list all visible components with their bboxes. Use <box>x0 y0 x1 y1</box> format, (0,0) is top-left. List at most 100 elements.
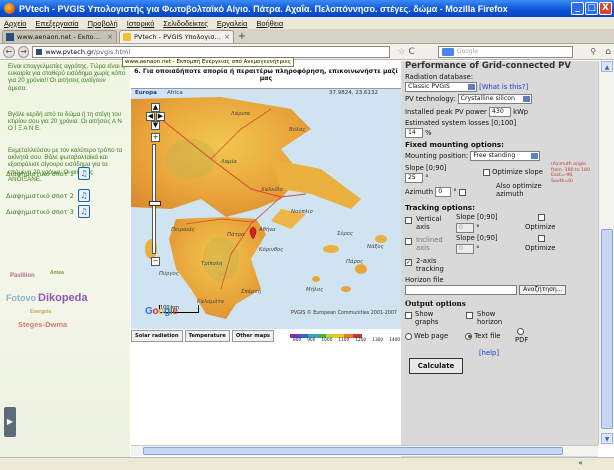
music-note-icon[interactable]: ♫ <box>77 205 90 218</box>
status-bar: « <box>0 457 614 470</box>
inclined-axis-checkbox[interactable] <box>405 237 412 245</box>
home-icon[interactable]: ⌂ <box>605 47 611 57</box>
zoom-in-icon[interactable]: + <box>151 133 160 142</box>
losses-input[interactable]: 14 <box>405 128 423 138</box>
music-note-icon[interactable]: ♫ <box>77 189 90 202</box>
calculate-button[interactable]: Calculate <box>409 358 463 374</box>
vertical-slope-input[interactable]: 0 <box>456 223 474 233</box>
other-maps-button[interactable]: Other maps <box>231 330 275 342</box>
fixed-mounting-heading: Fixed mounting options: <box>405 140 505 149</box>
download-label[interactable]: Διαφημιστικό σποτ 3 <box>6 208 74 216</box>
menu-edit[interactable]: Επεξεργασία <box>35 19 78 28</box>
pan-down-icon[interactable]: ▼ <box>151 121 160 130</box>
window-title: PVtech - PVGIS Υπολογιστής για Φωτοβολτα… <box>19 3 508 14</box>
mounting-position-label: Mounting position: <box>405 152 469 160</box>
help-link[interactable]: [help] <box>479 349 499 357</box>
azimuth-label: Azimuth <box>405 188 434 196</box>
bookmark-star-icon[interactable]: ☆ <box>397 47 405 57</box>
cloud-tag[interactable]: Antea <box>50 270 64 276</box>
download-label[interactable]: Διαφημιστικό σποτ 2 <box>6 192 74 200</box>
web-page-radio[interactable] <box>405 332 412 340</box>
text-file-radio[interactable] <box>465 332 472 340</box>
download-row-2[interactable]: Διαφημιστικό σποτ 2 ♫ <box>6 189 90 202</box>
form-title: Performance of Grid-connected PV <box>405 61 571 71</box>
search-input[interactable]: Google <box>437 45 574 58</box>
expand-side-arrow-icon[interactable]: ▶ <box>4 407 16 437</box>
tab-aenaon[interactable]: www.aenaon.net - Εκπομπή Ενέργειας α... … <box>2 30 117 43</box>
cloud-tag[interactable]: Fotovo <box>6 293 36 303</box>
zoom-out-icon[interactable]: − <box>151 257 160 266</box>
download-row-1[interactable]: Διαφημιστικό σποτ 1 ♫ <box>6 167 90 180</box>
menu-tools[interactable]: Εργαλεία <box>217 19 247 28</box>
menu-bookmarks[interactable]: Σελιδοδείκτες <box>163 19 208 28</box>
minimize-button[interactable]: _ <box>571 2 584 15</box>
horizontal-scroll-thumb[interactable] <box>143 447 563 455</box>
inclined-slope-input[interactable]: 0 <box>456 244 474 254</box>
scroll-up-icon[interactable]: ▲ <box>601 61 613 72</box>
vertical-axis-checkbox[interactable] <box>405 216 412 224</box>
zoom-slider[interactable] <box>149 144 161 254</box>
show-graphs-checkbox[interactable] <box>405 311 412 319</box>
cloud-tag[interactable]: Energeia <box>30 309 51 315</box>
azimuth-input[interactable]: 0 <box>435 187 452 197</box>
download-label[interactable]: Διαφημιστικό σποτ 1 <box>6 170 74 178</box>
menu-file[interactable]: Αρχείο <box>4 19 26 28</box>
radiation-db-select[interactable]: Classic PVGIS <box>405 82 477 92</box>
show-horizon-checkbox[interactable] <box>466 311 473 319</box>
addon-bar-icon[interactable]: « <box>575 459 586 469</box>
url-bar[interactable]: www.pvtech.gr/pvgis.html <box>32 45 391 58</box>
horizontal-scrollbar[interactable] <box>131 445 598 456</box>
peak-power-unit: kWp <box>513 108 529 116</box>
tab-close-icon[interactable]: × <box>224 33 230 41</box>
horizon-file-input[interactable] <box>405 285 517 295</box>
map-top-label: Africa <box>167 90 183 96</box>
radiation-db-label: Radiation database: <box>405 73 474 81</box>
new-tab-button[interactable]: + <box>236 31 248 43</box>
music-note-icon[interactable]: ♫ <box>77 167 90 180</box>
optimize-slope-checkbox[interactable] <box>483 168 490 176</box>
legend-tick: 1200 <box>355 338 367 343</box>
download-row-3[interactable]: Διαφημιστικό σποτ 3 ♫ <box>6 205 90 218</box>
temperature-button[interactable]: Temperature <box>184 330 230 342</box>
menu-history[interactable]: Ιστορικό <box>127 19 155 28</box>
cloud-tag[interactable]: Dikopeda <box>38 292 88 304</box>
tracking-heading: Tracking options: <box>405 203 475 212</box>
window-title-bar: PVtech - PVGIS Υπολογιστής για Φωτοβολτα… <box>0 0 614 17</box>
tab-pvtech[interactable]: PVtech - PVGIS Υπολογιστής για Φωτοβο...… <box>119 30 234 43</box>
menu-help[interactable]: Βοήθεια <box>256 19 283 28</box>
slope-input[interactable]: 25 <box>405 173 423 183</box>
vertical-optimize-checkbox[interactable] <box>538 213 545 221</box>
browse-button[interactable]: Αναζήτηση... <box>519 285 567 295</box>
pdf-radio[interactable] <box>517 327 524 335</box>
forward-button[interactable]: → <box>17 45 30 58</box>
site-favicon-icon <box>6 33 14 41</box>
zoom-slider-thumb[interactable] <box>149 201 161 206</box>
pan-left-icon[interactable]: ◀ <box>146 112 155 121</box>
two-axis-checkbox[interactable]: ✓ <box>405 258 412 266</box>
close-button[interactable]: X <box>599 2 612 15</box>
what-is-this-link[interactable]: [What is this?] <box>479 83 528 91</box>
vertical-scroll-thumb[interactable] <box>601 229 613 429</box>
solar-radiation-button[interactable]: Solar radiation <box>131 330 183 342</box>
inclined-optimize-label: Optimize <box>525 244 556 252</box>
vertical-scrollbar[interactable]: ▲ ▼ <box>598 61 614 445</box>
pan-right-icon[interactable]: ▶ <box>156 112 165 121</box>
also-optimize-checkbox[interactable] <box>458 188 466 196</box>
pan-up-icon[interactable]: ▲ <box>151 103 160 112</box>
maximize-button[interactable]: □ <box>585 2 598 15</box>
menu-view[interactable]: Προβολή <box>88 19 118 28</box>
map-coords: 37.9824, 23.6132 <box>329 90 378 96</box>
back-button[interactable]: ← <box>3 45 15 58</box>
scroll-down-icon[interactable]: ▼ <box>601 433 613 444</box>
peak-power-input[interactable]: 430 <box>488 107 511 117</box>
losses-unit: % <box>425 129 432 137</box>
pvgis-map[interactable]: Europa Africa 37.9824, 23.6132 Λάρισα Βό… <box>131 89 401 329</box>
tab-close-icon[interactable]: × <box>107 33 113 41</box>
inclined-optimize-checkbox[interactable] <box>538 234 545 242</box>
pv-technology-select[interactable]: Crystalline silicon <box>457 94 532 104</box>
reload-icon[interactable]: C <box>409 47 415 57</box>
search-icon[interactable]: ⚲ <box>590 47 596 56</box>
cloud-tag[interactable]: Pavillion <box>10 273 35 279</box>
cloud-tag[interactable]: Steges-Dwma <box>18 320 67 329</box>
mounting-position-select[interactable]: Free standing <box>470 151 541 161</box>
